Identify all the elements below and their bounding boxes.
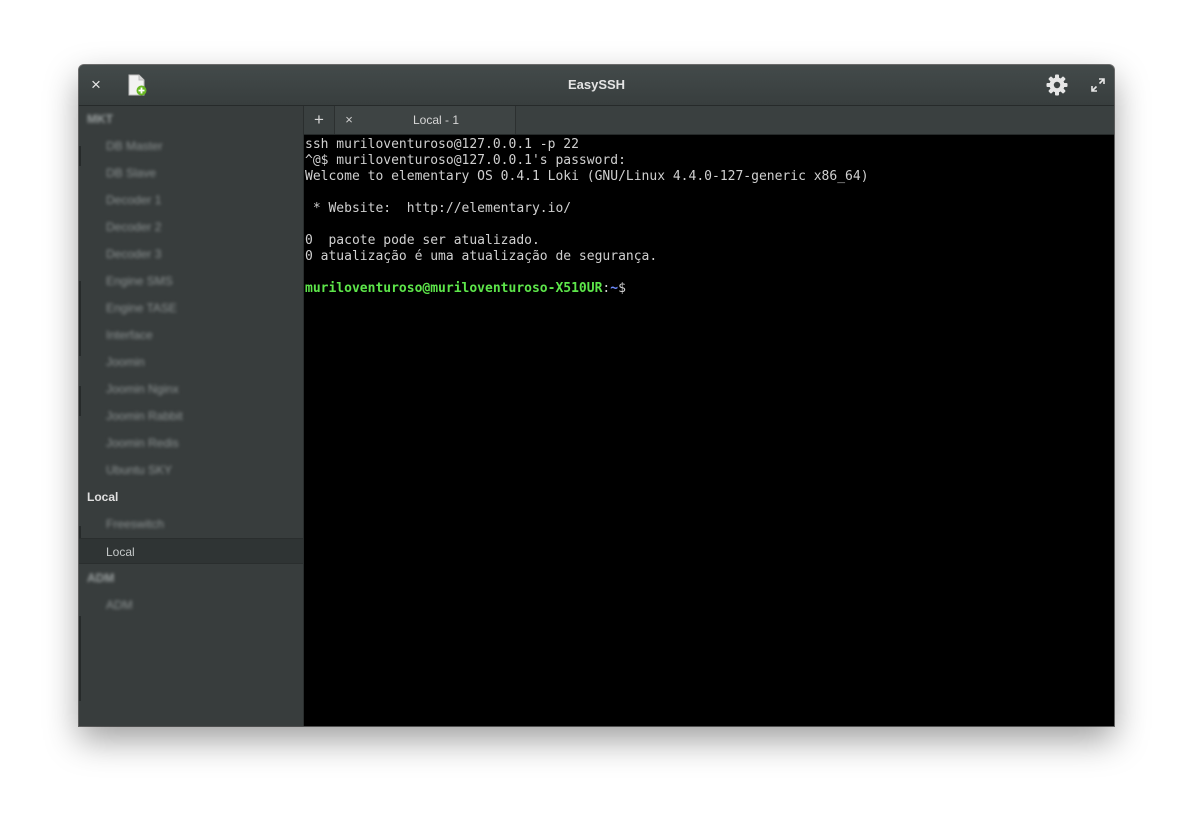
new-tab-button[interactable]: + [304,106,335,134]
terminal-line: ssh muriloventuroso@127.0.0.1 -p 22 [305,137,579,152]
title-bar: × EasySSH [79,65,1114,106]
sidebar-edge-marker [79,616,81,701]
host-item[interactable]: ADM [79,592,303,618]
new-host-button[interactable] [126,74,148,96]
group-header-mkt[interactable]: MKT [87,108,113,130]
host-item[interactable]: DB Slave [79,160,303,186]
terminal-line: 0 pacote pode ser atualizado. [305,233,540,248]
host-item[interactable]: Interface [79,322,303,348]
window-title: EasySSH [567,77,626,92]
host-item[interactable]: Joomin Rabbit [79,403,303,429]
host-item[interactable]: Decoder 1 [79,187,303,213]
prompt-user-host: muriloventuroso@muriloventuroso-X510UR [305,281,603,296]
prompt-symbol: $ [618,281,626,296]
terminal-line: * Website: http://elementary.io/ [305,201,572,216]
maximize-button[interactable] [1090,77,1106,93]
maximize-icon [1091,78,1105,92]
host-item-local-selected[interactable]: Local [79,538,303,564]
settings-button[interactable] [1045,73,1069,97]
host-item-freeswitch[interactable]: Freeswitch [79,511,303,537]
host-item[interactable]: Joomin Redis [79,430,303,456]
host-item[interactable]: Engine SMS [79,268,303,294]
terminal-line: 0 atualização é uma atualização de segur… [305,249,658,264]
terminal-line: Welcome to elementary OS 0.4.1 Loki (GNU… [305,169,869,184]
host-item[interactable]: Joomin Nginx [79,376,303,402]
terminal-line: ^@$ muriloventuroso@127.0.0.1's password… [305,153,626,168]
terminal-view[interactable]: ssh muriloventuroso@127.0.0.1 -p 22 ^@$ … [304,135,1114,726]
host-item[interactable]: Engine TASE [79,295,303,321]
app-window: × EasySSH MKT DB Master DB Slave Decoder… [79,65,1114,726]
tab-local-1[interactable]: × Local - 1 [335,106,516,134]
host-item[interactable]: Decoder 3 [79,241,303,267]
host-item[interactable]: Ubuntu SKY [79,457,303,483]
tab-label[interactable]: Local - 1 [357,106,515,134]
host-item[interactable]: Joomin [79,349,303,375]
tab-bar: + × Local - 1 [304,106,1114,135]
prompt-path: ~ [610,281,619,296]
close-window-button[interactable]: × [87,76,105,94]
host-item[interactable]: Decoder 2 [79,214,303,240]
host-item[interactable]: DB Master [79,133,303,159]
new-file-icon [128,74,147,96]
gear-icon [1046,74,1068,96]
group-header-local[interactable]: Local [87,486,118,508]
tab-close-button[interactable]: × [341,106,357,134]
terminal-prompt: muriloventuroso@muriloventuroso-X510UR:~… [305,281,626,297]
host-sidebar: MKT DB Master DB Slave Decoder 1 Decoder… [79,106,304,726]
group-header-adm[interactable]: ADM [87,567,114,589]
